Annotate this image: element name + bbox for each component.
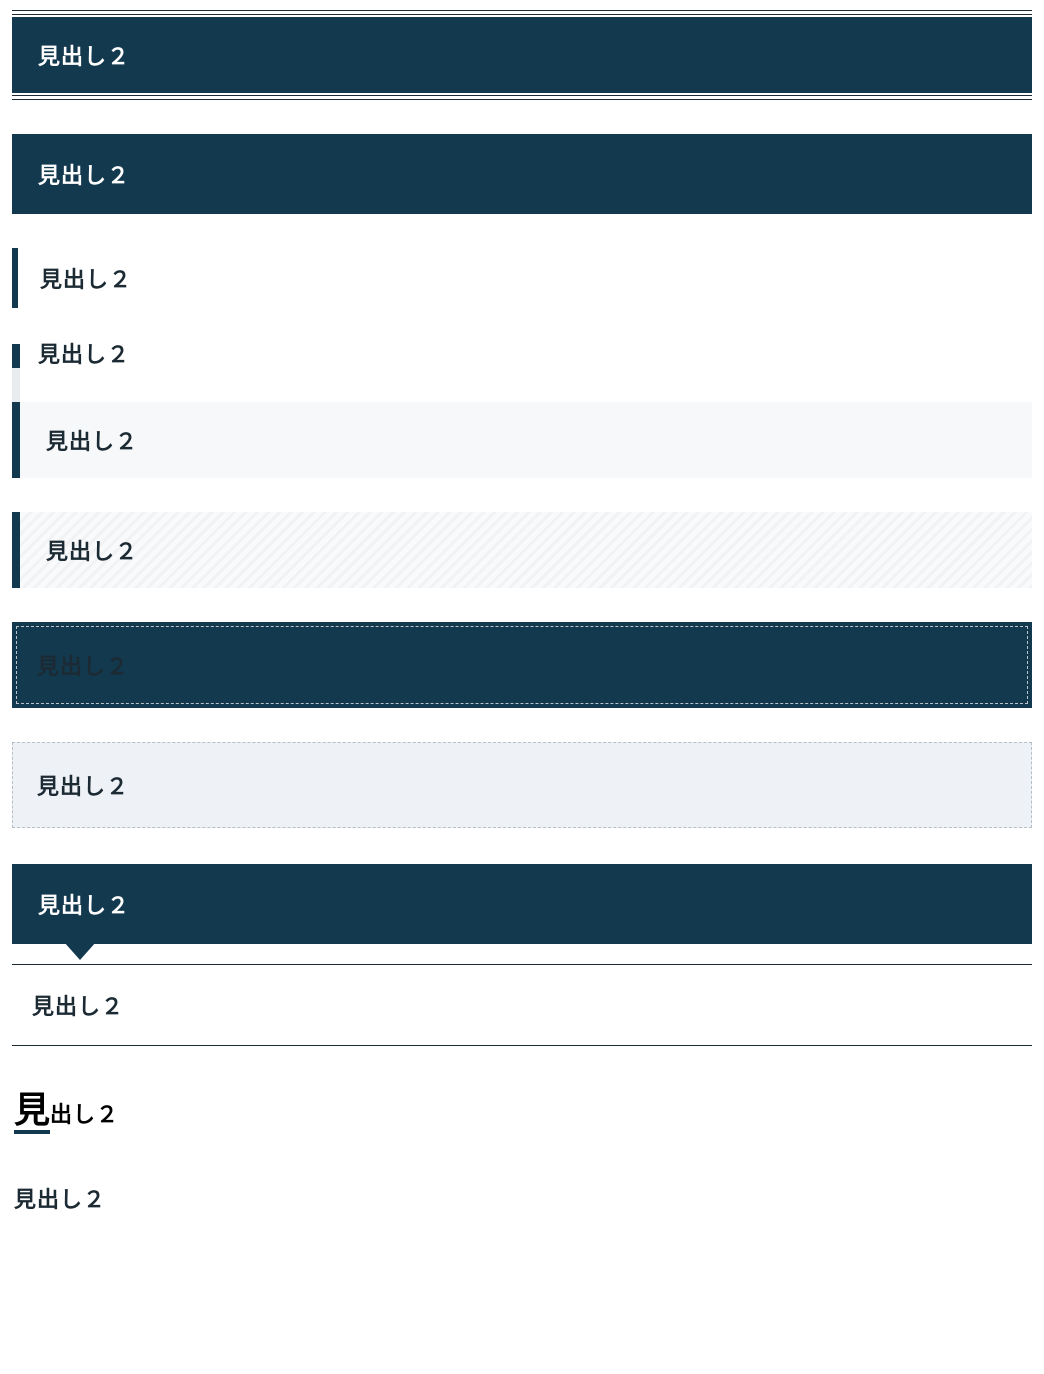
heading-2-text: 見出し２ — [16, 626, 1028, 704]
heading-2-left-border-gray-bg: 見出し２ — [12, 402, 1032, 478]
heading-2-light-dashed-border: 見出し２ — [12, 742, 1032, 828]
rule-top — [12, 10, 1032, 15]
heading-2-text: 見出し２ — [12, 344, 1032, 366]
heading-2-speech-bubble: 見出し２ — [12, 864, 1032, 944]
heading-2-left-border-gray-tail: 見出し２ — [12, 344, 1032, 366]
heading-2-left-border: 見出し２ — [12, 248, 1032, 308]
heading-2-plain: 見出し２ — [12, 1182, 1032, 1214]
heading-style-1: 見出し２ — [12, 10, 1032, 100]
heading-2-top-bottom-rules: 見出し２ — [12, 964, 1032, 1046]
heading-2-boxed-rules: 見出し２ — [12, 17, 1032, 93]
heading-2-dark-dashed-inner: 見出し２ — [12, 622, 1032, 708]
heading-2-text: 見出し２ — [12, 864, 1032, 944]
heading-2-left-border-hatched-bg: 見出し２ — [12, 512, 1032, 588]
heading-2-first-char-underline: 見出し２ — [12, 1092, 1032, 1134]
heading-2-first-char: 見 — [14, 1092, 50, 1134]
rule-bottom — [12, 95, 1032, 100]
heading-2-dark-bar: 見出し２ — [12, 134, 1032, 214]
left-bar-accent — [12, 344, 20, 402]
heading-2-rest: 出し２ — [50, 1102, 119, 1127]
